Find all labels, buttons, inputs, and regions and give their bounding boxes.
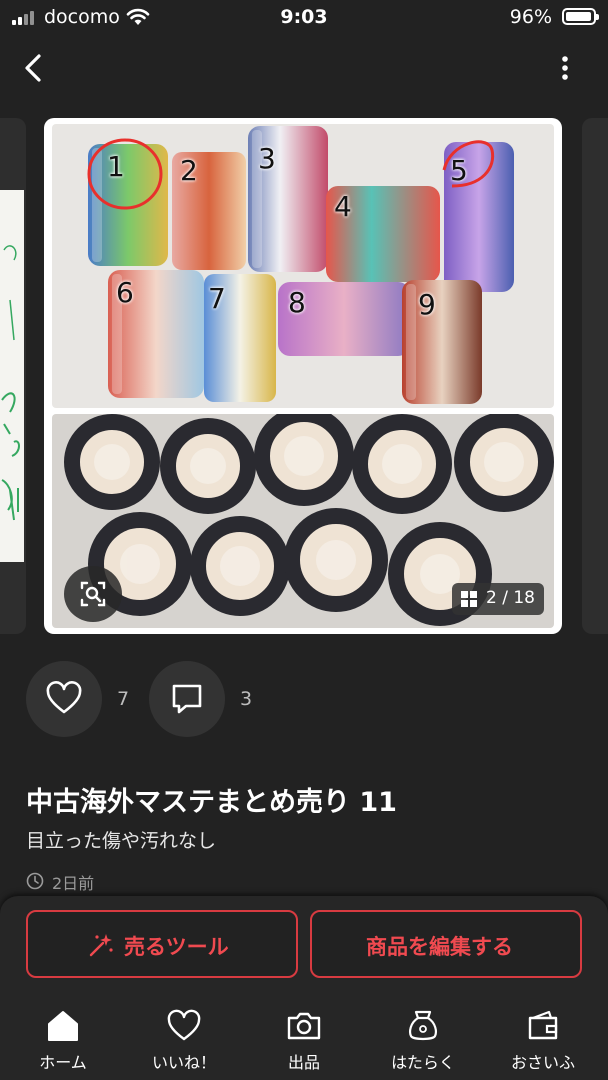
clock-icon [26, 872, 44, 890]
item-photo[interactable]: 1 2 3 4 5 6 7 8 9 [44, 118, 562, 634]
printed-tapes-photo: 1 2 3 4 5 6 7 8 9 [52, 124, 554, 408]
sparkle-wand-icon [89, 934, 113, 957]
zoom-scan-icon [80, 581, 106, 607]
like-button[interactable] [26, 661, 102, 737]
tape-number-label: 7 [208, 282, 226, 315]
comment-count: 3 [240, 688, 253, 710]
camera-icon [287, 1012, 321, 1040]
like-count: 7 [117, 688, 130, 710]
chevron-left-icon [25, 54, 41, 82]
edit-item-label: 商品を編集する [366, 935, 513, 959]
previous-photo[interactable] [0, 118, 26, 634]
more-options-button[interactable] [548, 48, 582, 88]
posted-time-text: 2日前 [52, 874, 95, 893]
wallet-icon [528, 1010, 558, 1040]
photo-counter-text: 2 / 18 [486, 588, 535, 608]
status-bar: docomo 9:03 96% [0, 0, 608, 36]
comment-button[interactable] [149, 661, 225, 737]
tape-number-label: 2 [180, 154, 198, 187]
tab-home[interactable]: ホーム [8, 1004, 118, 1080]
heart-icon [167, 1009, 201, 1041]
sell-tools-label: 売るツール [124, 935, 229, 959]
grid-icon [461, 591, 477, 607]
tape-number-label: 4 [334, 190, 352, 223]
tape-number-label: 6 [116, 276, 134, 309]
item-title: 中古海外マステまとめ売り 11 [26, 787, 397, 818]
tab-work[interactable]: はたらく [368, 1004, 478, 1080]
tape-number-label: 1 [107, 150, 125, 183]
next-photo[interactable] [582, 118, 608, 634]
tab-sell[interactable]: 出品 [249, 1004, 359, 1080]
tab-work-label: はたらく [391, 1053, 455, 1072]
tab-wallet[interactable]: おさいふ [488, 1004, 598, 1080]
tab-sell-label: 出品 [287, 1053, 320, 1072]
tape-number-label: 3 [258, 142, 276, 175]
home-icon [48, 1011, 78, 1041]
tape-number-label: 5 [450, 154, 468, 187]
back-button[interactable] [14, 48, 54, 88]
more-vertical-icon [562, 56, 568, 80]
tab-likes[interactable]: いいね！ [129, 1004, 239, 1080]
money-bag-icon [409, 1010, 437, 1041]
tab-home-label: ホーム [39, 1053, 87, 1072]
photo-counter: 2 / 18 [452, 583, 544, 615]
tape-number-label: 9 [418, 288, 436, 321]
battery-percent: 96% [509, 6, 552, 28]
item-condition: 目立った傷や汚れなし [26, 830, 217, 852]
tab-likes-label: いいね！ [151, 1053, 216, 1072]
comment-icon [172, 684, 202, 714]
edit-item-button[interactable]: 商品を編集する [310, 910, 582, 978]
sell-tools-button[interactable]: 売るツール [26, 910, 298, 978]
heart-outline-icon [46, 681, 82, 714]
tape-number-label: 8 [288, 286, 306, 319]
zoom-button[interactable] [64, 566, 122, 622]
handwritten-note-photo [0, 190, 24, 562]
tab-wallet-label: おさいふ [510, 1053, 575, 1072]
battery-icon [562, 8, 599, 25]
